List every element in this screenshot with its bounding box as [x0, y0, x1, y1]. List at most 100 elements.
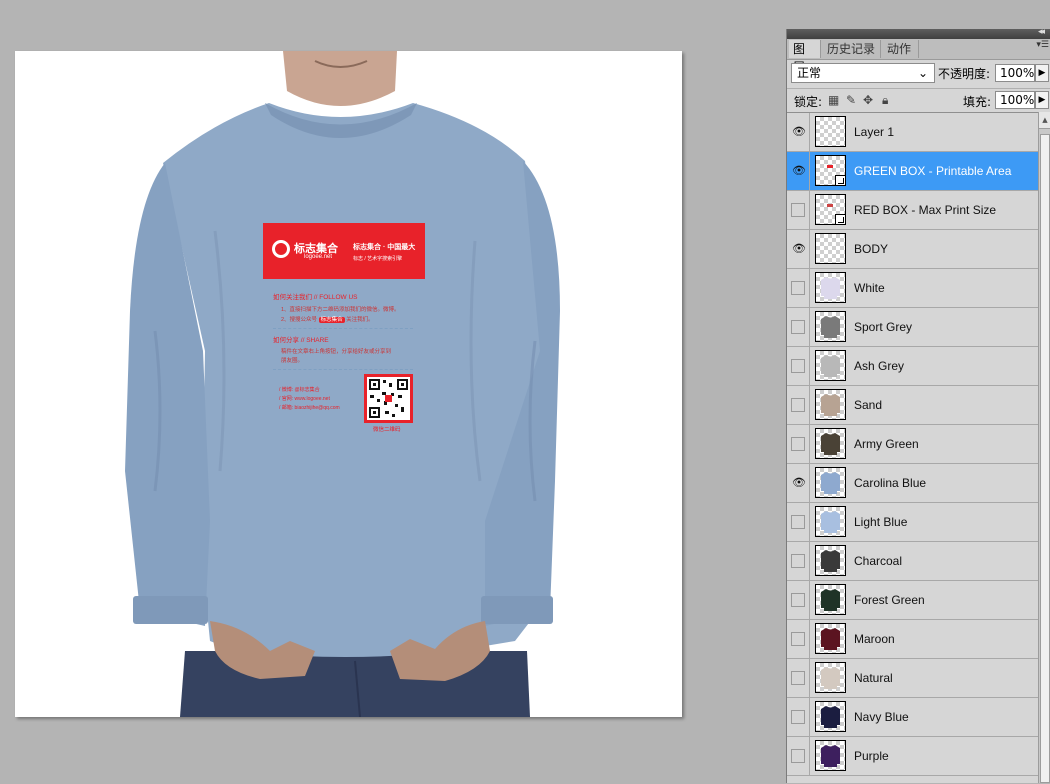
opacity-input[interactable]: 100%: [995, 64, 1035, 82]
layer-row[interactable]: Sand: [787, 386, 1038, 425]
layer-row[interactable]: Ash Grey: [787, 347, 1038, 386]
layer-row[interactable]: RED BOX - Max Print Size: [787, 191, 1038, 230]
layer-thumbnail[interactable]: [815, 701, 846, 732]
layer-row[interactable]: 👁︎ BODY: [787, 230, 1038, 269]
layers-scrollbar[interactable]: ▲: [1038, 112, 1050, 783]
visibility-toggle[interactable]: [787, 698, 810, 736]
visibility-toggle[interactable]: [787, 542, 810, 580]
layer-thumbnail[interactable]: [815, 623, 846, 654]
layer-thumbnail[interactable]: [815, 272, 846, 303]
empty-visibility-box[interactable]: [791, 554, 805, 568]
visibility-toggle[interactable]: [787, 581, 810, 619]
follow-title: 如何关注我们 // FOLLOW US: [273, 294, 358, 301]
visibility-toggle[interactable]: [787, 737, 810, 775]
eye-icon[interactable]: 👁︎: [792, 164, 806, 178]
layer-row[interactable]: Army Green: [787, 425, 1038, 464]
layer-thumbnail[interactable]: [815, 233, 846, 264]
eye-icon[interactable]: 👁︎: [792, 476, 806, 490]
follow-line-2: 2、搜搜公众号 标志集合 关注我们。: [281, 315, 374, 323]
layer-row[interactable]: 👁︎ Carolina Blue: [787, 464, 1038, 503]
shirt-thumbnail-icon: [821, 589, 840, 611]
layer-name: Purple: [854, 749, 889, 763]
shirt-thumbnail-icon: [821, 394, 840, 416]
visibility-toggle[interactable]: 👁︎: [787, 152, 810, 190]
lock-image-pixels-icon[interactable]: ✎: [846, 93, 856, 107]
visibility-toggle[interactable]: [787, 347, 810, 385]
double-chevron-left-icon[interactable]: ◂◂: [1038, 27, 1045, 37]
scroll-up-icon[interactable]: ▲: [1039, 112, 1050, 129]
lock-transparent-pixels-icon[interactable]: ▦: [828, 93, 839, 107]
visibility-toggle[interactable]: [787, 308, 810, 346]
eye-icon[interactable]: 👁︎: [792, 125, 806, 139]
fill-input[interactable]: 100%: [995, 91, 1035, 109]
visibility-toggle[interactable]: [787, 659, 810, 697]
print-artwork: 标志集合 logoee.net 标志集合 · 中国最大 标志 / 艺术字搜索引擎…: [263, 223, 425, 433]
layer-thumbnail[interactable]: [815, 662, 846, 693]
visibility-toggle[interactable]: [787, 425, 810, 463]
fill-slider-arrow-icon[interactable]: ▶: [1035, 91, 1049, 109]
visibility-toggle[interactable]: [787, 191, 810, 229]
layer-thumbnail[interactable]: [815, 350, 846, 381]
tab-history[interactable]: 历史记录: [823, 40, 881, 58]
layer-row[interactable]: Sport Grey: [787, 308, 1038, 347]
visibility-toggle[interactable]: [787, 386, 810, 424]
empty-visibility-box[interactable]: [791, 671, 805, 685]
layer-name: Sand: [854, 398, 883, 412]
visibility-toggle[interactable]: [787, 503, 810, 541]
empty-visibility-box[interactable]: [791, 749, 805, 763]
layer-thumbnail[interactable]: [815, 467, 846, 498]
layer-row[interactable]: Purple: [787, 737, 1038, 776]
layer-thumbnail[interactable]: [815, 740, 846, 771]
empty-visibility-box[interactable]: [791, 437, 805, 451]
layer-thumbnail[interactable]: [815, 155, 846, 186]
visibility-toggle[interactable]: [787, 269, 810, 307]
visibility-toggle[interactable]: 👁︎: [787, 464, 810, 502]
layer-thumbnail[interactable]: [815, 506, 846, 537]
tab-layers[interactable]: 图层: [789, 40, 821, 74]
layer-name: Forest Green: [854, 593, 925, 607]
layer-row[interactable]: Natural: [787, 659, 1038, 698]
document-canvas[interactable]: 标志集合 logoee.net 标志集合 · 中国最大 标志 / 艺术字搜索引擎…: [15, 51, 682, 717]
scrollbar-thumb[interactable]: [1040, 134, 1050, 783]
layer-row[interactable]: Maroon: [787, 620, 1038, 659]
shirt-thumbnail-icon: [821, 472, 840, 494]
layer-thumbnail[interactable]: [815, 116, 846, 147]
layer-thumbnail[interactable]: [815, 428, 846, 459]
visibility-toggle[interactable]: [787, 620, 810, 658]
layer-row[interactable]: Charcoal: [787, 542, 1038, 581]
layer-name: Layer 1: [854, 125, 895, 139]
blend-mode-value: 正常: [797, 66, 822, 80]
panel-titlebar[interactable]: ◂◂: [787, 27, 1050, 39]
empty-visibility-box[interactable]: [791, 398, 805, 412]
layer-name: Natural: [854, 671, 893, 685]
layer-thumbnail[interactable]: [815, 194, 846, 225]
empty-visibility-box[interactable]: [791, 710, 805, 724]
empty-visibility-box[interactable]: [791, 593, 805, 607]
tab-actions[interactable]: 动作: [883, 40, 919, 58]
fill-label: 填充:: [963, 95, 992, 109]
layer-row[interactable]: 👁︎ GREEN BOX - Printable Area: [787, 152, 1038, 191]
layer-thumbnail[interactable]: [815, 584, 846, 615]
lock-all-icon[interactable]: 🔒︎: [882, 93, 888, 108]
lock-position-icon[interactable]: ✥: [863, 93, 873, 107]
visibility-toggle[interactable]: 👁︎: [787, 230, 810, 268]
opacity-slider-arrow-icon[interactable]: ▶: [1035, 64, 1049, 82]
visibility-toggle[interactable]: 👁︎: [787, 113, 810, 151]
eye-icon[interactable]: 👁︎: [792, 242, 806, 256]
layer-thumbnail[interactable]: [815, 311, 846, 342]
layer-thumbnail[interactable]: [815, 389, 846, 420]
layer-row[interactable]: 👁︎ Layer 1: [787, 113, 1038, 152]
empty-visibility-box[interactable]: [791, 320, 805, 334]
panel-menu-icon[interactable]: ▾☰: [1036, 40, 1049, 50]
empty-visibility-box[interactable]: [791, 281, 805, 295]
empty-visibility-box[interactable]: [791, 203, 805, 217]
layer-row[interactable]: Navy Blue: [787, 698, 1038, 737]
empty-visibility-box[interactable]: [791, 359, 805, 373]
layer-row[interactable]: Forest Green: [787, 581, 1038, 620]
layer-row[interactable]: Light Blue: [787, 503, 1038, 542]
empty-visibility-box[interactable]: [791, 515, 805, 529]
layer-row[interactable]: White: [787, 269, 1038, 308]
empty-visibility-box[interactable]: [791, 632, 805, 646]
blend-mode-select[interactable]: 正常 ⌄: [791, 63, 935, 83]
layer-thumbnail[interactable]: [815, 545, 846, 576]
